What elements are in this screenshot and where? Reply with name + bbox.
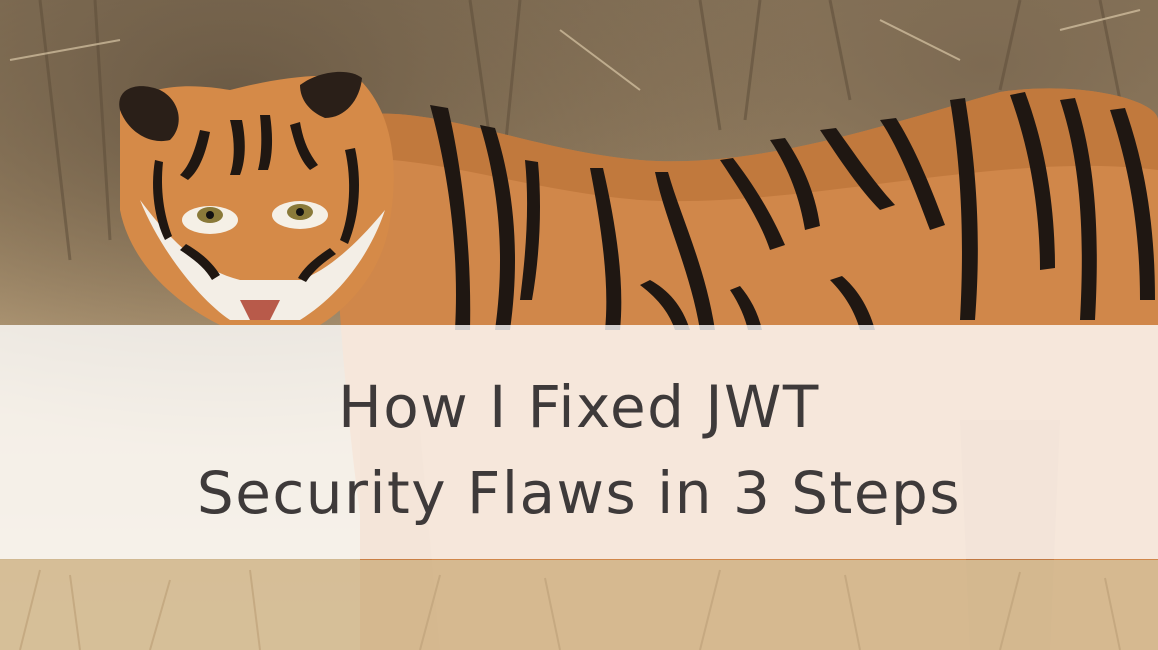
title-line-2: Security Flaws in 3 Steps [196,459,962,527]
hero-banner: How I Fixed JWT Security Flaws in 3 Step… [0,0,1158,650]
title-overlay-band: How I Fixed JWT Security Flaws in 3 Step… [0,325,1158,559]
tiger-head [119,71,394,325]
title-line-1: How I Fixed JWT [338,373,820,441]
foreground-grass [0,560,1158,650]
article-title: How I Fixed JWT Security Flaws in 3 Step… [197,348,961,536]
light-twigs [9,9,1141,91]
